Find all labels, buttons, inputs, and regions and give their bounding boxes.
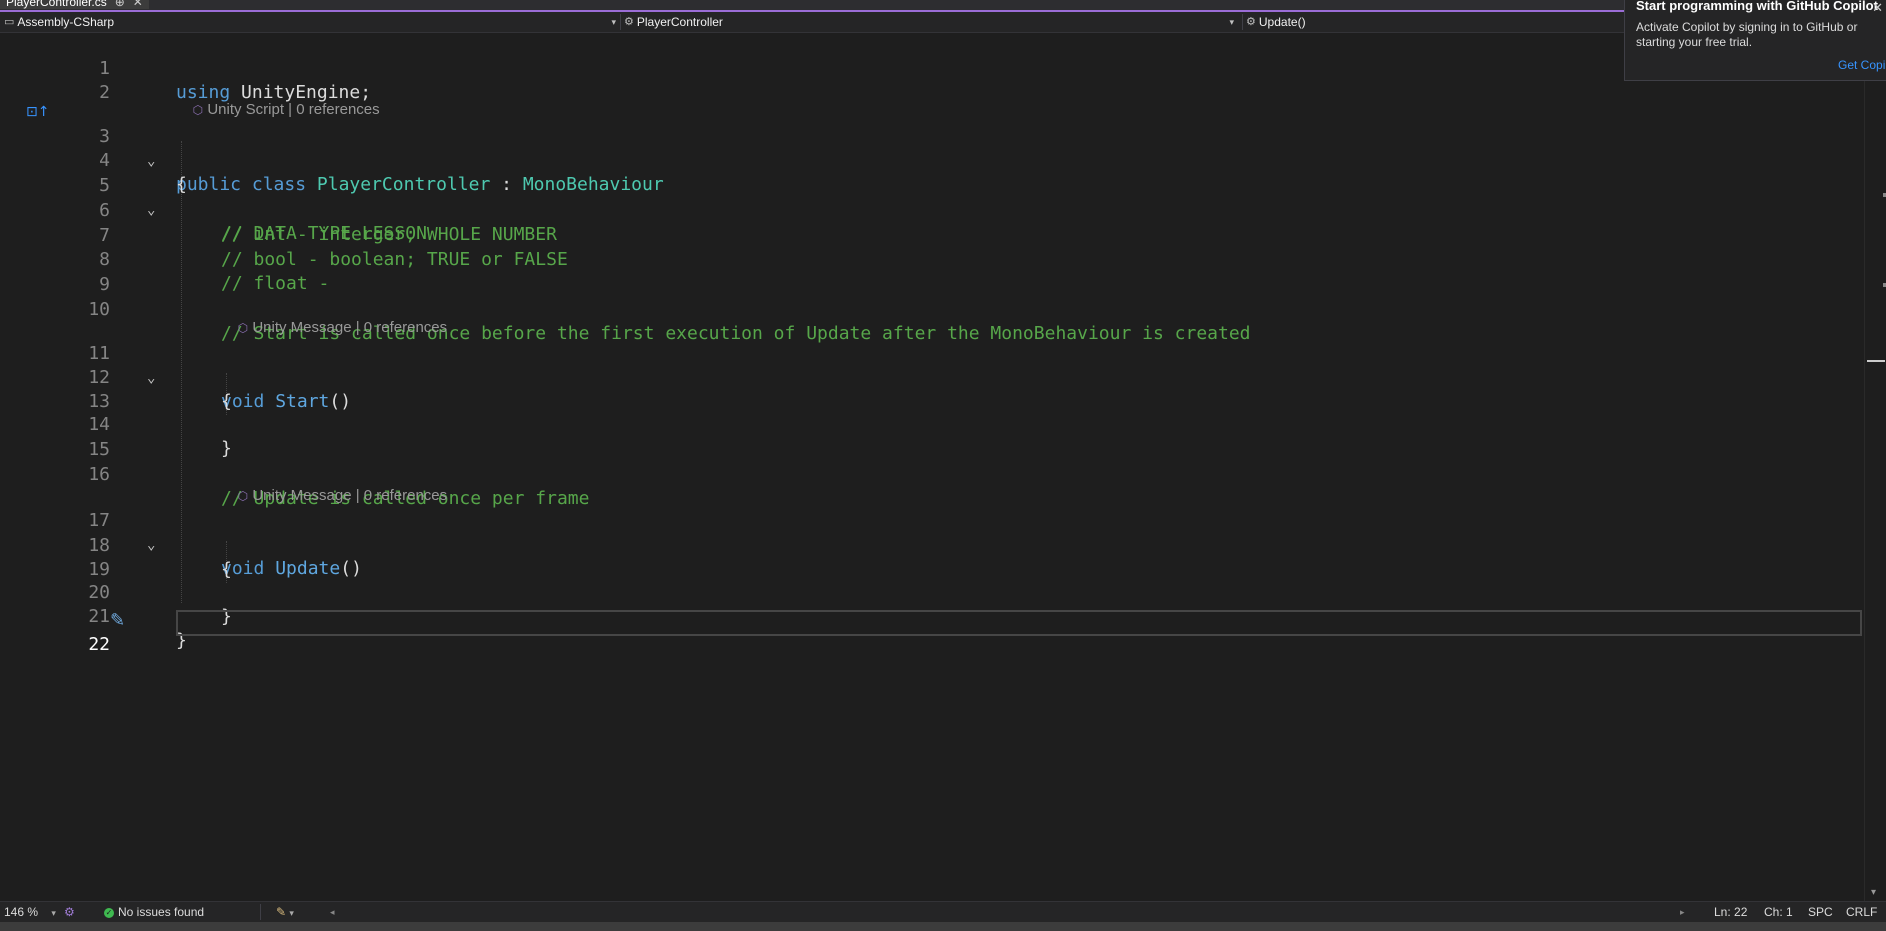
code-line: 2 [0, 57, 1864, 103]
code-line: 13 [0, 366, 1864, 412]
code-line: 1 using UnityEngine; [0, 33, 1864, 103]
chevron-down-icon: ▾ [1229, 17, 1234, 27]
navigation-bar: ▭ Assembly-CSharp ▾ ⚙ PlayerController ▾… [0, 12, 1886, 33]
codelens-class[interactable]: ⬡ Unity Script | 0 references [176, 83, 380, 118]
code-line: 9 [0, 249, 1864, 295]
close-icon[interactable]: ✕ [1872, 0, 1883, 16]
scroll-left-icon[interactable]: ◂ [330, 902, 335, 922]
code-line: 19 [0, 534, 1864, 580]
bottom-strip [0, 922, 1886, 931]
caret-position-marker [1867, 360, 1885, 362]
code-line: 5 ⌄ // DATA TYPE LESSON [0, 150, 1864, 244]
member-dropdown[interactable]: ⚙ Update() [1246, 12, 1616, 32]
chevron-down-icon: ▾ [289, 908, 294, 918]
code-line: 14 } [0, 389, 1864, 459]
code-line: 16 // Update is called once per frame [0, 439, 1864, 509]
code-line: 15 [0, 414, 1864, 460]
code-line: 17 ⌄ void Update() [0, 485, 1864, 579]
code-line: 3 ⌄ public class PlayerController : Mono… [0, 101, 1864, 195]
class-label: PlayerController [636, 15, 723, 29]
intellicode-icon[interactable]: ⚙ [64, 902, 75, 922]
get-copilot-link[interactable]: Get Copilot [1838, 58, 1886, 72]
check-icon: ✓ [104, 907, 114, 918]
line-number: 16 [88, 464, 110, 485]
code-line: 6 // int - interger; WHOLE NUMBER [0, 175, 1864, 245]
code-editor[interactable]: ⊡↑ 1 using UnityEngine; 2 ⬡ Unity Script… [0, 33, 1864, 901]
line-ending-indicator[interactable]: CRLF [1846, 902, 1877, 922]
tab-title: PlayerController.cs [6, 0, 107, 9]
codelens-start[interactable]: ⬡ Unity Message | 0 references [221, 301, 447, 336]
class-dropdown[interactable]: ⚙ PlayerController ▾ [624, 12, 1238, 32]
project-label: Assembly-CSharp [17, 15, 115, 29]
code-line: 8 // float - [0, 224, 1864, 294]
line-number: 22 [88, 634, 110, 655]
divider [260, 904, 261, 920]
issues-text: No issues found [118, 905, 205, 919]
member-label: Update() [1258, 15, 1306, 29]
project-dropdown[interactable]: ▭ Assembly-CSharp ▾ [4, 12, 620, 32]
divider [1242, 14, 1243, 30]
status-bar: 146 % ▾ ⚙ ✓ No issues found ✎ ▾ ◂ ▸ Ln: 2… [0, 901, 1886, 922]
document-tab-bar: PlayerController.cs ⊕ ✕ [0, 0, 1886, 12]
code-line: 11 ⌄ void Start() [0, 318, 1864, 412]
code-line: 7 // bool - boolean; TRUE or FALSE [0, 200, 1864, 270]
code-line: 21 } [0, 581, 1864, 651]
chevron-down-icon: ▾ [611, 17, 616, 27]
brush-icon[interactable]: ✎ [110, 610, 125, 631]
tab-playercontroller[interactable]: PlayerController.cs ⊕ ✕ [0, 0, 149, 9]
line-indicator[interactable]: Ln: 22 [1714, 902, 1747, 922]
issues-indicator[interactable]: ✓ No issues found [104, 902, 204, 922]
zoom-dropdown[interactable]: 146 % ▾ [4, 902, 56, 922]
method-icon: ⚙ [1246, 16, 1256, 28]
close-icon[interactable]: ✕ [133, 0, 143, 9]
popup-body: Activate Copilot by signing in to GitHub… [1636, 20, 1858, 49]
chevron-down-icon: ▾ [51, 908, 56, 918]
divider [620, 14, 621, 30]
popup-title: Start programming with GitHub Copilot [1636, 0, 1878, 13]
char-indicator[interactable]: Ch: 1 [1764, 902, 1793, 922]
code-line-current: 22 [0, 609, 1864, 655]
code-line: 18 { [0, 510, 1864, 580]
code-line: 20 } [0, 557, 1864, 627]
pin-icon[interactable]: ⊕ [115, 0, 125, 9]
copilot-popup: Start programming with GitHub Copilot ✕ … [1624, 0, 1886, 81]
scroll-down-icon[interactable]: ▾ [1871, 887, 1876, 898]
vertical-scrollbar[interactable]: ▾ [1864, 33, 1886, 901]
whitespace-indicator[interactable]: SPC [1808, 902, 1833, 922]
code-line: 12 { [0, 342, 1864, 412]
zoom-level: 146 % [4, 905, 39, 919]
class-icon: ⚙ [624, 16, 634, 28]
code-line: 4 { [0, 125, 1864, 195]
code-line: 10 // Start is called once before the fi… [0, 274, 1864, 344]
project-icon: ▭ [4, 16, 15, 28]
scroll-right-icon[interactable]: ▸ [1680, 902, 1685, 922]
code-cleanup-icon[interactable]: ✎ ▾ [276, 902, 294, 922]
